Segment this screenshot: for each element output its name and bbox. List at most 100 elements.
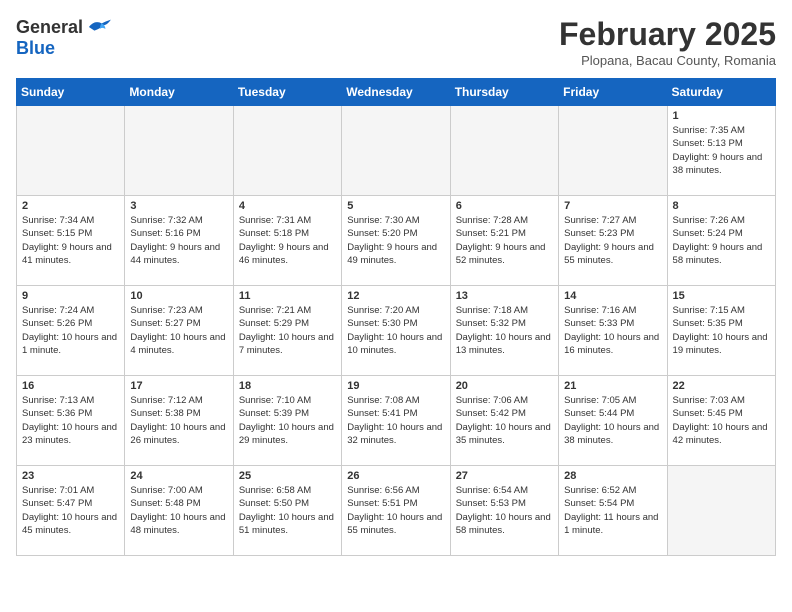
day-info: Sunrise: 7:34 AM Sunset: 5:15 PM Dayligh… <box>22 214 119 267</box>
calendar-cell: 15Sunrise: 7:15 AM Sunset: 5:35 PM Dayli… <box>667 286 775 376</box>
day-info: Sunrise: 6:54 AM Sunset: 5:53 PM Dayligh… <box>456 484 553 537</box>
day-info: Sunrise: 7:27 AM Sunset: 5:23 PM Dayligh… <box>564 214 661 267</box>
day-info: Sunrise: 7:30 AM Sunset: 5:20 PM Dayligh… <box>347 214 444 267</box>
calendar-cell: 3Sunrise: 7:32 AM Sunset: 5:16 PM Daylig… <box>125 196 233 286</box>
calendar-cell: 14 Sunrise: 7:16 AM Sunset: 5:33 PM Dayli… <box>559 286 667 376</box>
calendar-cell: 5 Sunrise: 7:30 AM Sunset: 5:20 PM Daylig… <box>342 196 450 286</box>
day-info: Sunrise: 7:06 AM Sunset: 5:42 PM Dayligh… <box>456 394 553 447</box>
day-info: Sunrise: 7:08 AM Sunset: 5:41 PM Dayligh… <box>347 394 444 447</box>
day-info: Sunrise: 7:26 AM Sunset: 5:24 PM Dayligh… <box>673 214 770 267</box>
calendar-cell: 4Sunrise: 7:31 AM Sunset: 5:18 PM Daylig… <box>233 196 341 286</box>
calendar-cell: 18 Sunrise: 7:10 AM Sunset: 5:39 PM Dayli… <box>233 376 341 466</box>
calendar-cell: 6 Sunrise: 7:28 AM Sunset: 5:21 PM Daylig… <box>450 196 558 286</box>
day-info: Sunrise: 6:56 AM Sunset: 5:51 PM Dayligh… <box>347 484 444 537</box>
calendar-week-row-4: 16 Sunrise: 7:13 AM Sunset: 5:36 PM Dayli… <box>17 376 776 466</box>
calendar-cell: 19 Sunrise: 7:08 AM Sunset: 5:41 PM Dayli… <box>342 376 450 466</box>
day-number: 7 <box>564 200 661 212</box>
calendar-header-row: SundayMondayTuesdayWednesdayThursdayFrid… <box>17 79 776 106</box>
calendar-cell: 8 Sunrise: 7:26 AM Sunset: 5:24 PM Daylig… <box>667 196 775 286</box>
calendar-cell <box>667 466 775 556</box>
calendar-cell: 1 Sunrise: 7:35 AM Sunset: 5:13 PM Daylig… <box>667 106 775 196</box>
calendar-header-sunday: Sunday <box>17 79 125 106</box>
day-number: 2 <box>22 200 119 212</box>
day-number: 17 <box>130 380 227 392</box>
calendar-table: SundayMondayTuesdayWednesdayThursdayFrid… <box>16 78 776 556</box>
calendar-cell: 17 Sunrise: 7:12 AM Sunset: 5:38 PM Dayli… <box>125 376 233 466</box>
day-info: Sunrise: 6:52 AM Sunset: 5:54 PM Dayligh… <box>564 484 661 537</box>
calendar-cell <box>233 106 341 196</box>
day-info: Sunrise: 7:13 AM Sunset: 5:36 PM Dayligh… <box>22 394 119 447</box>
day-info: Sunrise: 7:35 AM Sunset: 5:13 PM Dayligh… <box>673 124 770 177</box>
day-number: 28 <box>564 470 661 482</box>
logo: General Blue <box>16 16 113 59</box>
day-number: 9 <box>22 290 119 302</box>
day-number: 27 <box>456 470 553 482</box>
day-info: Sunrise: 7:16 AM Sunset: 5:33 PM Dayligh… <box>564 304 661 357</box>
day-info: Sunrise: 7:12 AM Sunset: 5:38 PM Dayligh… <box>130 394 227 447</box>
day-number: 25 <box>239 470 336 482</box>
logo-blue: Blue <box>16 38 113 59</box>
day-info: Sunrise: 7:05 AM Sunset: 5:44 PM Dayligh… <box>564 394 661 447</box>
calendar-cell: 28 Sunrise: 6:52 AM Sunset: 5:54 PM Dayli… <box>559 466 667 556</box>
calendar-week-row-5: 23 Sunrise: 7:01 AM Sunset: 5:47 PM Dayli… <box>17 466 776 556</box>
day-number: 21 <box>564 380 661 392</box>
calendar-cell <box>342 106 450 196</box>
calendar-cell: 16 Sunrise: 7:13 AM Sunset: 5:36 PM Dayli… <box>17 376 125 466</box>
month-title: February 2025 <box>559 16 776 53</box>
calendar-cell: 24Sunrise: 7:00 AM Sunset: 5:48 PM Dayli… <box>125 466 233 556</box>
day-number: 6 <box>456 200 553 212</box>
day-number: 16 <box>22 380 119 392</box>
title-block: February 2025 Plopana, Bacau County, Rom… <box>559 16 776 68</box>
day-info: Sunrise: 7:24 AM Sunset: 5:26 PM Dayligh… <box>22 304 119 357</box>
day-info: Sunrise: 7:21 AM Sunset: 5:29 PM Dayligh… <box>239 304 336 357</box>
calendar-header-thursday: Thursday <box>450 79 558 106</box>
day-number: 26 <box>347 470 444 482</box>
logo-general: General <box>16 17 83 38</box>
day-number: 5 <box>347 200 444 212</box>
calendar-cell <box>125 106 233 196</box>
day-number: 8 <box>673 200 770 212</box>
logo-bird-icon <box>85 16 113 38</box>
day-number: 22 <box>673 380 770 392</box>
calendar-header-friday: Friday <box>559 79 667 106</box>
day-info: Sunrise: 7:10 AM Sunset: 5:39 PM Dayligh… <box>239 394 336 447</box>
calendar-header-wednesday: Wednesday <box>342 79 450 106</box>
calendar-cell: 20 Sunrise: 7:06 AM Sunset: 5:42 PM Dayli… <box>450 376 558 466</box>
day-info: Sunrise: 7:20 AM Sunset: 5:30 PM Dayligh… <box>347 304 444 357</box>
calendar-cell: 21 Sunrise: 7:05 AM Sunset: 5:44 PM Dayli… <box>559 376 667 466</box>
calendar-cell: 27 Sunrise: 6:54 AM Sunset: 5:53 PM Dayli… <box>450 466 558 556</box>
day-info: Sunrise: 7:23 AM Sunset: 5:27 PM Dayligh… <box>130 304 227 357</box>
day-info: Sunrise: 7:18 AM Sunset: 5:32 PM Dayligh… <box>456 304 553 357</box>
day-info: Sunrise: 7:03 AM Sunset: 5:45 PM Dayligh… <box>673 394 770 447</box>
day-number: 23 <box>22 470 119 482</box>
day-number: 14 <box>564 290 661 302</box>
day-number: 20 <box>456 380 553 392</box>
day-info: Sunrise: 7:01 AM Sunset: 5:47 PM Dayligh… <box>22 484 119 537</box>
calendar-week-row-1: 1 Sunrise: 7:35 AM Sunset: 5:13 PM Daylig… <box>17 106 776 196</box>
day-number: 19 <box>347 380 444 392</box>
calendar-cell: 7 Sunrise: 7:27 AM Sunset: 5:23 PM Daylig… <box>559 196 667 286</box>
calendar-cell <box>17 106 125 196</box>
calendar-week-row-2: 2 Sunrise: 7:34 AM Sunset: 5:15 PM Daylig… <box>17 196 776 286</box>
day-number: 12 <box>347 290 444 302</box>
calendar-header-saturday: Saturday <box>667 79 775 106</box>
calendar-cell: 2 Sunrise: 7:34 AM Sunset: 5:15 PM Daylig… <box>17 196 125 286</box>
day-number: 10 <box>130 290 227 302</box>
calendar-header-tuesday: Tuesday <box>233 79 341 106</box>
day-info: Sunrise: 7:31 AM Sunset: 5:18 PM Dayligh… <box>239 214 336 267</box>
calendar-cell: 10 Sunrise: 7:23 AM Sunset: 5:27 PM Dayli… <box>125 286 233 376</box>
day-info: Sunrise: 7:32 AM Sunset: 5:16 PM Dayligh… <box>130 214 227 267</box>
calendar-cell: 26 Sunrise: 6:56 AM Sunset: 5:51 PM Dayli… <box>342 466 450 556</box>
calendar-cell: 23 Sunrise: 7:01 AM Sunset: 5:47 PM Dayli… <box>17 466 125 556</box>
calendar-cell: 12 Sunrise: 7:20 AM Sunset: 5:30 PM Dayli… <box>342 286 450 376</box>
day-number: 1 <box>673 110 770 122</box>
calendar-week-row-3: 9 Sunrise: 7:24 AM Sunset: 5:26 PM Daylig… <box>17 286 776 376</box>
day-number: 13 <box>456 290 553 302</box>
day-info: Sunrise: 7:28 AM Sunset: 5:21 PM Dayligh… <box>456 214 553 267</box>
calendar-cell: 13 Sunrise: 7:18 AM Sunset: 5:32 PM Dayli… <box>450 286 558 376</box>
page-header: General Blue February 2025 Plopana, Baca… <box>16 16 776 68</box>
day-number: 18 <box>239 380 336 392</box>
calendar-cell: 25Sunrise: 6:58 AM Sunset: 5:50 PM Dayli… <box>233 466 341 556</box>
day-number: 11 <box>239 290 336 302</box>
calendar-cell: 9 Sunrise: 7:24 AM Sunset: 5:26 PM Daylig… <box>17 286 125 376</box>
